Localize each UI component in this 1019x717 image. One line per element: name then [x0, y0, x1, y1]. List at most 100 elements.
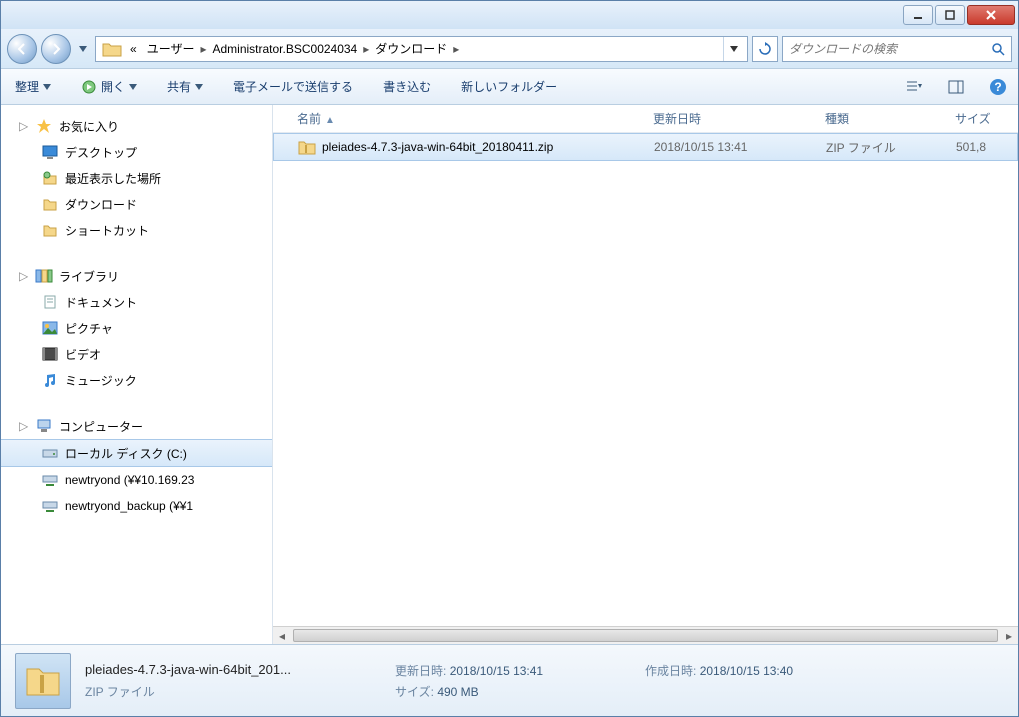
sidebar-item-label: newtryond_backup (¥¥1 [65, 499, 193, 513]
sidebar-item-label: newtryond (¥¥10.169.23 [65, 473, 194, 487]
sidebar-item-recent[interactable]: 最近表示した場所 [1, 165, 272, 191]
file-list[interactable]: pleiades-4.7.3-java-win-64bit_20180411.z… [273, 133, 1018, 626]
column-size[interactable]: サイズ [945, 110, 1018, 127]
sidebar-item-label: デスクトップ [65, 144, 137, 161]
column-date[interactable]: 更新日時 [643, 110, 815, 127]
open-icon [81, 79, 97, 95]
minimize-button[interactable] [903, 5, 933, 25]
videos-icon [41, 345, 59, 363]
sidebar-item-downloads[interactable]: ダウンロード [1, 191, 272, 217]
explorer-window: « ユーザー ▸ Administrator.BSC0024034 ▸ ダウンロ… [0, 0, 1019, 717]
column-name[interactable]: 名前 ▲ [273, 110, 643, 127]
content-area: 名前 ▲ 更新日時 種類 サイズ pleiades-4.7.3-java-win-… [273, 105, 1018, 644]
expand-icon: ▷ [19, 119, 29, 133]
sidebar-item-desktop[interactable]: デスクトップ [1, 139, 272, 165]
sidebar-item-local-disk[interactable]: ローカル ディスク (C:) [1, 439, 272, 467]
created-value: 2018/10/15 13:40 [700, 664, 793, 678]
chevron-right-icon[interactable]: ▸ [453, 42, 459, 56]
details-filename: pleiades-4.7.3-java-win-64bit_201... [85, 662, 395, 679]
size-label: サイズ: [395, 685, 434, 699]
view-options-button[interactable] [902, 75, 926, 99]
organize-label: 整理 [15, 78, 39, 95]
modified-value: 2018/10/15 13:41 [450, 664, 543, 678]
open-menu[interactable]: 開く [75, 74, 143, 99]
favorites-group: ▷お気に入り デスクトップ 最近表示した場所 ダウンロード ショートカット [1, 113, 272, 243]
email-label: 電子メールで送信する [233, 78, 353, 95]
sidebar-item-pictures[interactable]: ピクチャ [1, 315, 272, 341]
zip-file-icon [298, 139, 316, 155]
burn-button[interactable]: 書き込む [377, 74, 437, 99]
column-type[interactable]: 種類 [815, 110, 945, 127]
file-size: 501,8 [946, 140, 1017, 154]
scrollbar-thumb[interactable] [293, 629, 998, 642]
share-menu[interactable]: 共有 [161, 74, 209, 99]
computer-label: コンピューター [59, 418, 143, 435]
file-thumbnail [15, 653, 71, 709]
search-input[interactable] [789, 42, 991, 56]
body: ▷お気に入り デスクトップ 最近表示した場所 ダウンロード ショートカット ▷ラ… [1, 105, 1018, 644]
address-bar[interactable]: « ユーザー ▸ Administrator.BSC0024034 ▸ ダウンロ… [95, 36, 748, 62]
folder-icon [41, 221, 59, 239]
forward-button[interactable] [41, 34, 71, 64]
recent-icon [41, 169, 59, 187]
sidebar-item-videos[interactable]: ビデオ [1, 341, 272, 367]
file-name: pleiades-4.7.3-java-win-64bit_20180411.z… [322, 140, 553, 154]
new-folder-button[interactable]: 新しいフォルダー [455, 74, 563, 99]
network-drive-icon [41, 497, 59, 515]
search-box[interactable] [782, 36, 1012, 62]
search-icon[interactable] [991, 42, 1005, 56]
breadcrumb[interactable]: ダウンロード [371, 38, 451, 59]
chevron-right-icon[interactable]: ▸ [200, 42, 206, 56]
email-button[interactable]: 電子メールで送信する [227, 74, 359, 99]
file-row[interactable]: pleiades-4.7.3-java-win-64bit_20180411.z… [273, 133, 1018, 161]
scroll-right-icon[interactable]: ▸ [1000, 627, 1018, 644]
sidebar-item-label: 最近表示した場所 [65, 170, 161, 187]
pictures-icon [41, 319, 59, 337]
horizontal-scrollbar[interactable]: ◂ ▸ [273, 626, 1018, 644]
preview-pane-button[interactable] [944, 75, 968, 99]
libraries-icon [35, 267, 53, 285]
libraries-header[interactable]: ▷ライブラリ [1, 263, 272, 289]
chevron-down-icon [43, 84, 51, 90]
star-icon [35, 117, 53, 135]
refresh-button[interactable] [752, 36, 778, 62]
sidebar-item-shortcuts[interactable]: ショートカット [1, 217, 272, 243]
documents-icon [41, 293, 59, 311]
sidebar-item-label: ミュージック [65, 372, 137, 389]
computer-header[interactable]: ▷ コンピューター [1, 413, 272, 439]
maximize-button[interactable] [935, 5, 965, 25]
address-dropdown[interactable] [723, 37, 743, 61]
sidebar-item-network-drive[interactable]: newtryond_backup (¥¥1 [1, 493, 272, 519]
breadcrumb[interactable]: ユーザー [143, 38, 199, 59]
drive-icon [41, 444, 59, 462]
navbar: « ユーザー ▸ Administrator.BSC0024034 ▸ ダウンロ… [1, 29, 1018, 69]
column-headers: 名前 ▲ 更新日時 種類 サイズ [273, 105, 1018, 133]
expand-icon: ▷ [19, 419, 29, 433]
sidebar-item-documents[interactable]: ドキュメント [1, 289, 272, 315]
history-dropdown[interactable] [75, 39, 91, 59]
chevron-right-icon[interactable]: ▸ [363, 42, 369, 56]
breadcrumb[interactable]: Administrator.BSC0024034 [208, 40, 361, 58]
sidebar-item-label: ダウンロード [65, 196, 137, 213]
folder-icon [100, 41, 124, 57]
sidebar-item-music[interactable]: ミュージック [1, 367, 272, 393]
back-button[interactable] [7, 34, 37, 64]
chevron-down-icon [195, 84, 203, 90]
column-label: 名前 [297, 112, 321, 126]
sidebar-item-label: ショートカット [65, 222, 149, 239]
help-button[interactable]: ? [986, 75, 1010, 99]
file-type: ZIP ファイル [816, 139, 946, 156]
organize-menu[interactable]: 整理 [9, 74, 57, 99]
details-filetype: ZIP ファイル [85, 683, 395, 700]
scroll-left-icon[interactable]: ◂ [273, 627, 291, 644]
desktop-icon [41, 143, 59, 161]
sidebar-item-label: ピクチャ [65, 320, 113, 337]
favorites-header[interactable]: ▷お気に入り [1, 113, 272, 139]
computer-group: ▷ コンピューター ローカル ディスク (C:) newtryond (¥¥10.… [1, 413, 272, 519]
sort-asc-icon: ▲ [325, 115, 335, 126]
close-button[interactable] [967, 5, 1015, 25]
sidebar-item-network-drive[interactable]: newtryond (¥¥10.169.23 [1, 467, 272, 493]
chevron-down-icon [129, 84, 137, 90]
burn-label: 書き込む [383, 78, 431, 95]
network-drive-icon [41, 471, 59, 489]
